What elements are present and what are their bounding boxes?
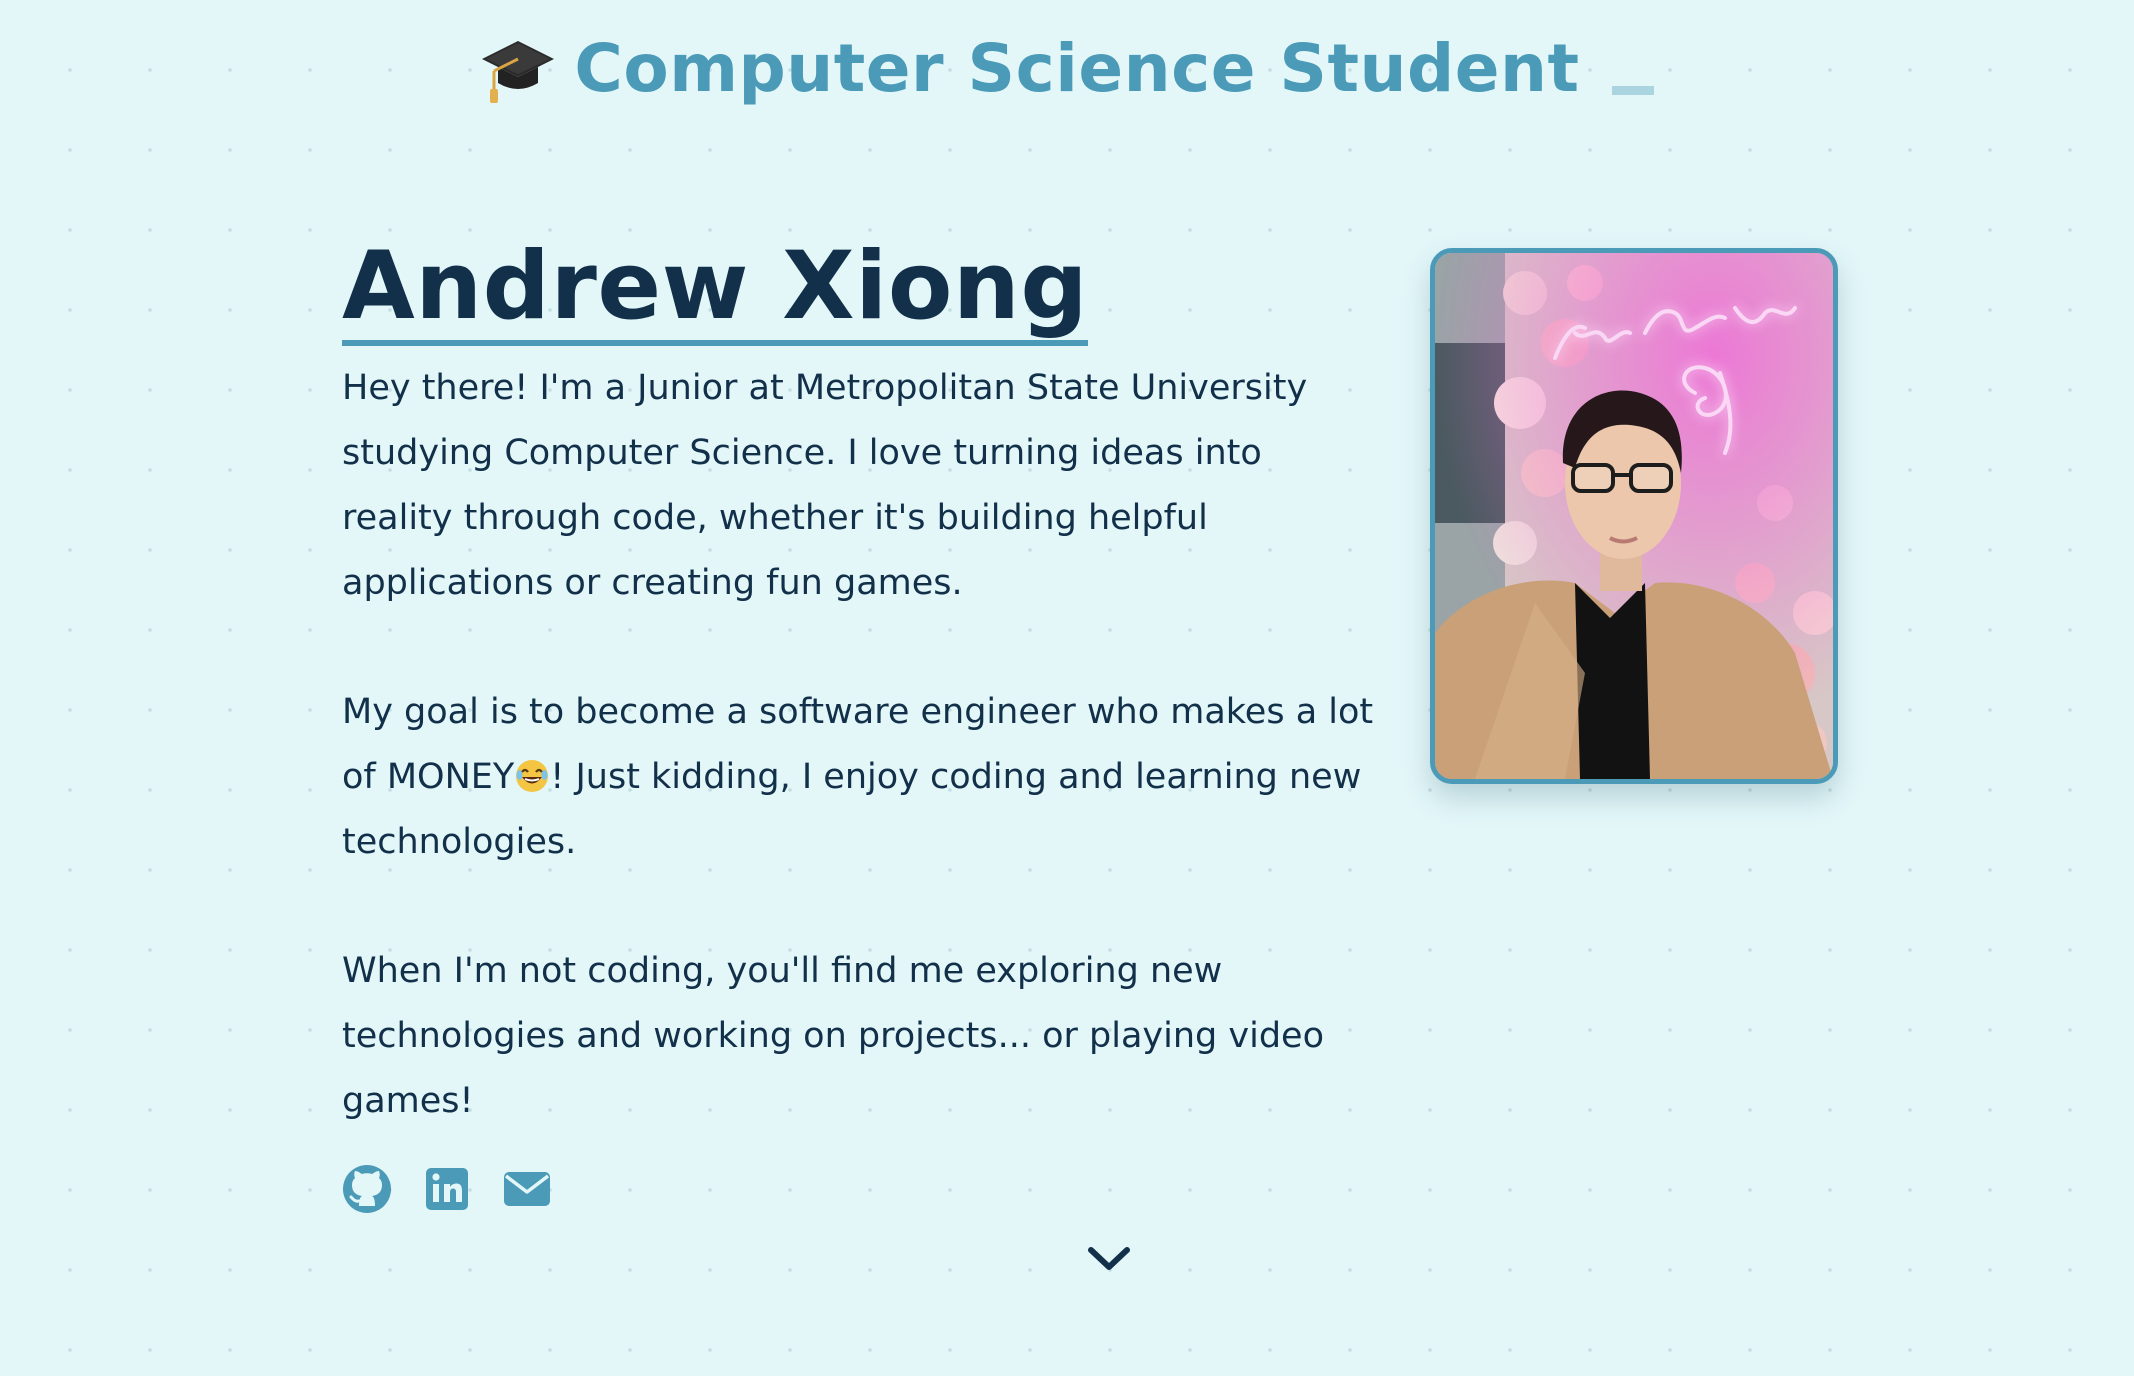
typing-cursor (1611, 86, 1654, 95)
profile-photo-image (1435, 253, 1833, 779)
graduation-cap-icon (482, 40, 555, 103)
bio: Hey there! I'm a Junior at Metropolitan … (342, 356, 1382, 1134)
linkedin-icon (426, 1168, 468, 1210)
intro-section: Andrew Xiong Hey there! I'm a Junior at … (342, 240, 1382, 1214)
profile-name: Andrew Xiong (342, 240, 1089, 346)
site-title: Computer Science Student (574, 30, 1580, 107)
profile-photo (1430, 248, 1838, 784)
goal-paragraph: My goal is to become a software engineer… (342, 680, 1382, 875)
social-links (342, 1164, 1382, 1214)
linkedin-link[interactable] (422, 1164, 472, 1214)
email-link[interactable] (502, 1164, 552, 1214)
scroll-down-chevron-icon[interactable] (1086, 1244, 1132, 1274)
laughing-emoji-icon (516, 760, 549, 792)
site-header: Computer Science Student (0, 30, 2134, 107)
github-link[interactable] (342, 1164, 392, 1214)
mail-icon (504, 1172, 550, 1206)
bio-paragraph: Hey there! I'm a Junior at Metropolitan … (342, 368, 1308, 603)
github-icon (343, 1165, 391, 1213)
bio-paragraph: When I'm not coding, you'll find me expl… (342, 951, 1324, 1121)
